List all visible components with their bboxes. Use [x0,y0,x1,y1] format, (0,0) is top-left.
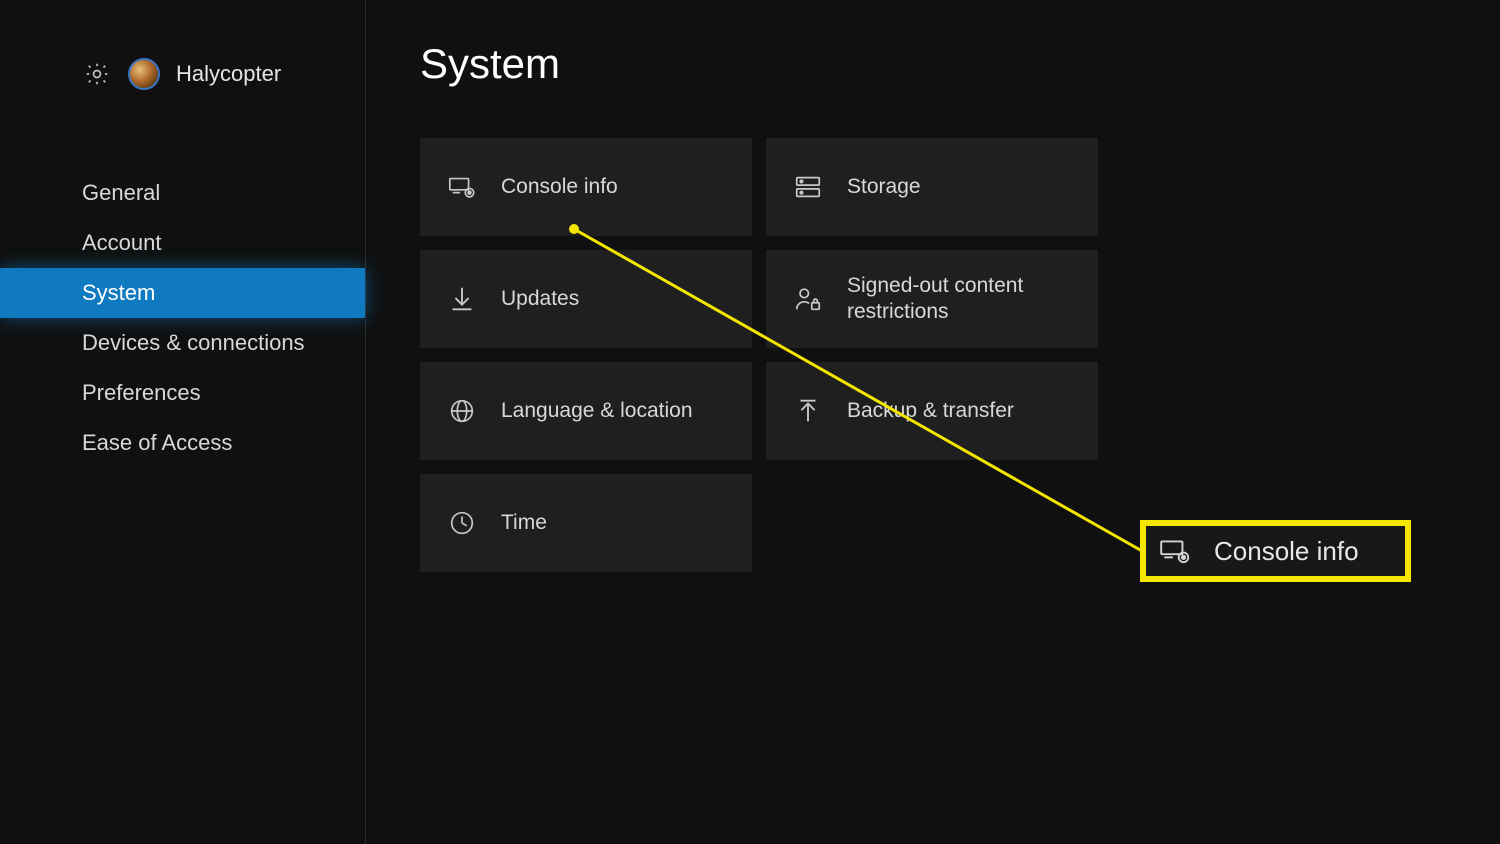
tile-language-location[interactable]: Language & location [420,362,752,460]
sidebar-item-general[interactable]: General [0,168,365,218]
tile-grid: Console info Storage Upda [420,138,1098,572]
tile-label: Storage [847,174,921,200]
tile-label: Language & location [501,398,693,424]
tile-label: Signed-out content restrictions [847,273,1047,326]
storage-icon [793,172,823,202]
sidebar-item-label: Ease of Access [82,430,232,455]
console-gear-icon [447,172,477,202]
sidebar-item-system[interactable]: System [0,268,365,318]
sidebar-item-preferences[interactable]: Preferences [0,368,365,418]
tile-console-info[interactable]: Console info [420,138,752,236]
tile-label: Updates [501,286,579,312]
sidebar-item-account[interactable]: Account [0,218,365,268]
download-arrow-icon [447,284,477,314]
gear-icon [82,59,112,89]
sidebar-item-label: Preferences [82,380,201,405]
tile-updates[interactable]: Updates [420,250,752,348]
sidebar-item-label: System [82,280,155,305]
sidebar-item-devices-connections[interactable]: Devices & connections [0,318,365,368]
sidebar-item-label: Account [82,230,162,255]
main: System Console info [420,40,1460,572]
callout-label: Console info [1214,536,1359,567]
clock-icon [447,508,477,538]
tile-time[interactable]: Time [420,474,752,572]
tile-signed-out-content-restrictions[interactable]: Signed-out content restrictions [766,250,1098,348]
tile-backup-transfer[interactable]: Backup & transfer [766,362,1098,460]
tile-label: Console info [501,174,618,200]
sidebar-item-label: General [82,180,160,205]
callout-console-info: Console info [1140,520,1411,582]
arrow-up-icon [793,396,823,426]
tile-label: Time [501,510,547,536]
tile-storage[interactable]: Storage [766,138,1098,236]
avatar[interactable] [128,58,160,90]
globe-icon [447,396,477,426]
username: Halycopter [176,61,281,87]
page-title: System [420,40,1460,88]
sidebar-item-label: Devices & connections [82,330,305,355]
tile-label: Backup & transfer [847,398,1014,424]
person-lock-icon [793,284,823,314]
nav: General Account System Devices & connect… [0,168,365,468]
console-gear-icon [1158,534,1192,568]
profile-row: Halycopter [0,0,365,90]
sidebar: Halycopter General Account System Device… [0,0,366,844]
sidebar-item-ease-of-access[interactable]: Ease of Access [0,418,365,468]
